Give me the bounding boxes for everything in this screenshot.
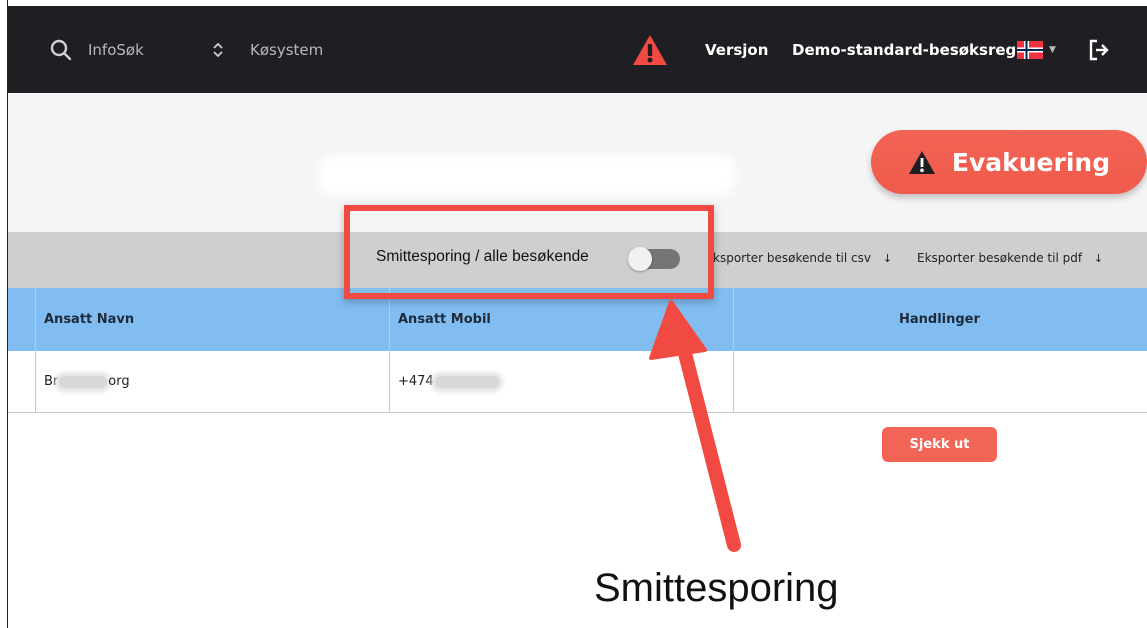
search-icon <box>50 39 72 60</box>
norway-flag-icon <box>1017 40 1043 59</box>
evacuation-button[interactable]: Evakuering <box>871 130 1147 194</box>
updown-icon <box>213 42 223 57</box>
logout-icon <box>1089 39 1109 60</box>
infosok-nav-item[interactable]: InfoSøk <box>50 6 144 93</box>
export-pdf-link[interactable]: Eksporter besøkende til pdf ↓ <box>917 251 1103 265</box>
redacted-name <box>59 375 108 388</box>
download-icon: ↓ <box>1093 252 1104 265</box>
redacted-mobile <box>434 375 499 388</box>
column-divider <box>35 288 36 413</box>
annotation-caption: Smittesporing <box>594 566 839 610</box>
warning-icon <box>633 34 667 65</box>
screenshot-frame: InfoSøk Køsystem Versjon Demo-standard-b… <box>0 0 1147 628</box>
employee-name-end: org <box>108 374 130 389</box>
language-selector[interactable]: ▼ <box>1017 6 1056 93</box>
check-out-label: Sjekk ut <box>909 437 970 452</box>
column-divider <box>389 288 390 413</box>
employee-name-start: Br <box>44 374 59 389</box>
check-out-button[interactable]: Sjekk ut <box>882 427 997 462</box>
evacuation-label: Evakuering <box>951 147 1111 177</box>
table-row: Br org +474 Sjekk ut <box>8 351 1147 462</box>
employee-name-cell: Br org <box>44 351 130 412</box>
warning-nav-button[interactable] <box>632 6 668 93</box>
employee-mobile-cell: +474 <box>398 351 500 412</box>
export-csv-label: ksporter besøkende til csv <box>713 251 871 265</box>
column-header-actions: Handlinger <box>899 312 980 327</box>
demo-account-link[interactable]: Demo-standard-besøksreg <box>792 6 1016 93</box>
export-pdf-label: Eksporter besøkende til pdf <box>917 251 1083 265</box>
version-label: Versjon <box>705 40 769 59</box>
logout-button[interactable] <box>1088 6 1110 93</box>
redacted-page-title <box>328 163 726 187</box>
annotation-highlight-box <box>344 205 714 299</box>
employee-mobile-start: +474 <box>398 374 434 389</box>
infosok-label: InfoSøk <box>88 40 144 59</box>
warning-icon <box>908 150 935 174</box>
column-header-name[interactable]: Ansatt Navn <box>44 288 134 351</box>
download-icon: ↓ <box>882 252 893 265</box>
chevron-down-icon: ▼ <box>1049 44 1056 55</box>
demo-account-label: Demo-standard-besøksreg <box>792 40 1017 59</box>
top-navigation-bar: InfoSøk Køsystem Versjon Demo-standard-b… <box>8 6 1147 93</box>
queue-system-label: Køsystem <box>250 40 324 59</box>
column-divider <box>733 288 734 413</box>
queue-system-nav-item[interactable]: Køsystem <box>212 6 323 93</box>
version-link[interactable]: Versjon <box>705 6 768 93</box>
export-csv-link[interactable]: ksporter besøkende til csv ↓ <box>713 251 892 265</box>
